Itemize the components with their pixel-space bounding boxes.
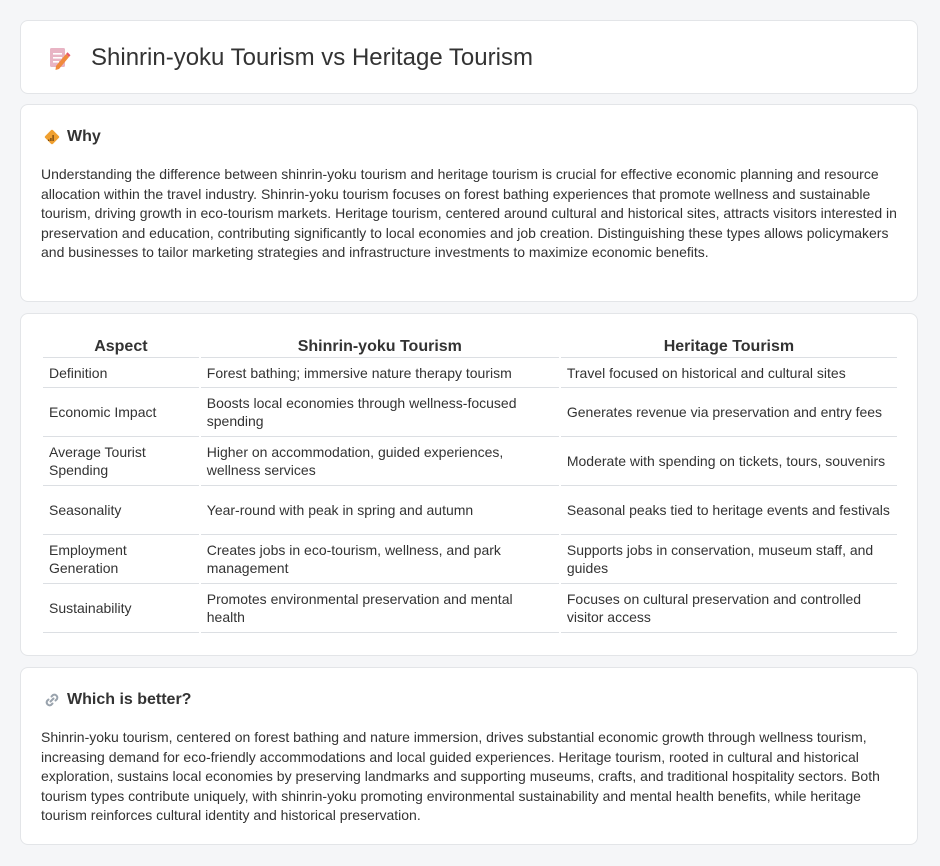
heritage-cell: Travel focused on historical and cultura… <box>560 358 897 388</box>
aspect-cell: Seasonality <box>43 486 199 535</box>
heritage-cell: Generates revenue via preservation and e… <box>560 388 897 437</box>
table-row: Average Tourist Spending Higher on accom… <box>43 437 897 486</box>
why-text: Understanding the difference between shi… <box>41 166 897 260</box>
header-heritage: Heritage Tourism <box>560 334 897 358</box>
aspect-cell: Definition <box>43 358 199 388</box>
header-shinrin-yoku: Shinrin-yoku Tourism <box>200 334 559 358</box>
aspect-cell: Economic Impact <box>43 388 199 437</box>
heritage-cell: Supports jobs in conservation, museum st… <box>560 535 897 584</box>
heritage-cell: Seasonal peaks tied to heritage events a… <box>560 486 897 535</box>
shinrin-yoku-cell: Creates jobs in eco-tourism, wellness, a… <box>200 535 559 584</box>
table-row: Economic Impact Boosts local economies t… <box>43 388 897 437</box>
aspect-cell: Sustainability <box>43 584 199 633</box>
aspect-cell: Employment Generation <box>43 535 199 584</box>
diamond-signal-icon <box>44 129 60 145</box>
shinrin-yoku-cell: Year-round with peak in spring and autum… <box>200 486 559 535</box>
page-title: Shinrin-yoku Tourism vs Heritage Tourism <box>91 44 533 71</box>
better-heading: Which is better? <box>67 691 192 708</box>
better-heading-row: Which is better? <box>43 690 191 710</box>
comparison-section: Aspect Shinrin-yoku Tourism Heritage Tou… <box>20 313 918 656</box>
document-pencil-icon <box>50 48 71 70</box>
comparison-table: Aspect Shinrin-yoku Tourism Heritage Tou… <box>41 334 899 633</box>
which-is-better-section: Which is better? Shinrin-yoku tourism, c… <box>20 667 918 845</box>
shinrin-yoku-cell: Forest bathing; immersive nature therapy… <box>200 358 559 388</box>
heritage-cell: Focuses on cultural preservation and con… <box>560 584 897 633</box>
table-row: Definition Forest bathing; immersive nat… <box>43 358 897 388</box>
shinrin-yoku-cell: Boosts local economies through wellness-… <box>200 388 559 437</box>
title-card: Shinrin-yoku Tourism vs Heritage Tourism <box>20 20 918 94</box>
table-row: Sustainability Promotes environmental pr… <box>43 584 897 633</box>
shinrin-yoku-cell: Promotes environmental preservation and … <box>200 584 559 633</box>
why-section: Why Understanding the difference between… <box>20 104 918 302</box>
why-heading: Why <box>67 128 101 145</box>
better-text: Shinrin-yoku tourism, centered on forest… <box>41 729 880 823</box>
heritage-cell: Moderate with spending on tickets, tours… <box>560 437 897 486</box>
shinrin-yoku-cell: Higher on accommodation, guided experien… <box>200 437 559 486</box>
header-aspect: Aspect <box>43 334 199 358</box>
table-row: Employment Generation Creates jobs in ec… <box>43 535 897 584</box>
link-icon <box>45 693 59 707</box>
table-row: Seasonality Year-round with peak in spri… <box>43 486 897 535</box>
table-header-row: Aspect Shinrin-yoku Tourism Heritage Tou… <box>43 334 897 358</box>
why-heading-row: Why <box>43 127 101 147</box>
aspect-cell: Average Tourist Spending <box>43 437 199 486</box>
